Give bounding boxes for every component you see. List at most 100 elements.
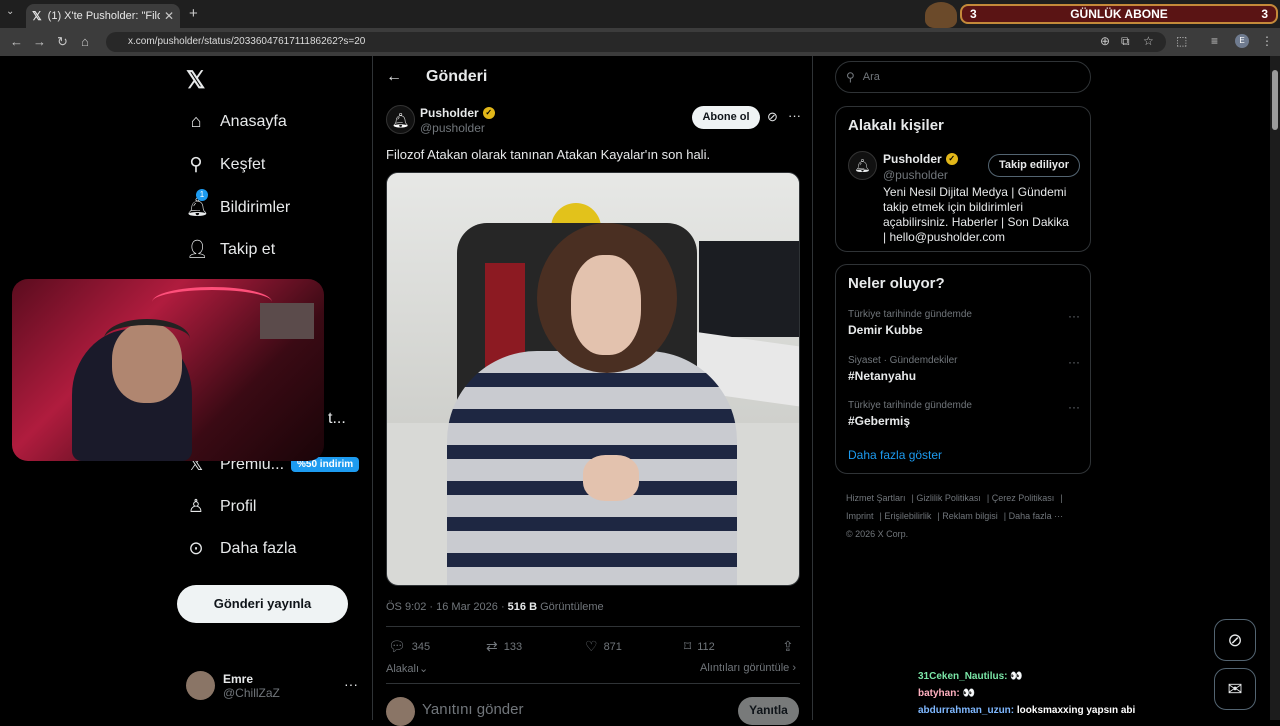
reload-icon[interactable]: ↻ <box>57 34 68 50</box>
post-timestamp[interactable]: ÖS 9:02 · 16 Mar 2026 · <box>386 601 508 613</box>
column-divider <box>812 56 813 720</box>
search-placeholder: Ara <box>862 71 880 83</box>
nav-notifications[interactable]: 🔔︎ 1 Bildirimler <box>186 189 290 218</box>
chat-user: 31Ceken_Nautilus: <box>918 671 1008 682</box>
like-action[interactable]: ♡ 871 <box>585 638 622 655</box>
reply-avatar <box>386 697 415 726</box>
subscribe-button[interactable]: Abone ol <box>692 106 760 129</box>
footer-link[interactable]: Imprint <box>846 511 874 521</box>
url-field[interactable]: x.com/pusholder/status/20336047617111862… <box>106 32 1166 52</box>
footer-link[interactable]: Gizlilik Politikası <box>916 493 981 503</box>
overlay-count-left: 3 <box>970 7 977 21</box>
reply-sort-dropdown[interactable]: Alakalı⌄ <box>386 662 428 675</box>
post-image[interactable] <box>386 172 800 586</box>
profile-avatar[interactable]: E <box>1235 34 1249 48</box>
post-button[interactable]: Gönderi yayınla <box>177 585 348 623</box>
trend-more-icon[interactable]: ··· <box>1068 309 1080 323</box>
related-handle[interactable]: @pusholder <box>883 168 948 182</box>
zoom-icon[interactable]: ⊕ <box>1100 34 1110 48</box>
share-icon: ⇪ <box>782 638 794 654</box>
scrollbar-thumb[interactable] <box>1272 70 1278 130</box>
search-input[interactable]: ⚲ Ara <box>835 61 1091 93</box>
reply-action[interactable]: 💬︎ 345 <box>388 638 430 655</box>
extensions-icon[interactable]: ⬚ <box>1176 34 1187 48</box>
nav-follow[interactable]: 👤︎ Takip et <box>186 239 275 260</box>
chat-text: 👀 <box>962 688 975 699</box>
chat-user: abdurrahman_uzun: <box>918 705 1015 716</box>
repost-action[interactable]: ⇄ 133 <box>486 638 522 655</box>
nav-home-label: Anasayfa <box>220 112 287 130</box>
messages-fab-icon[interactable]: ✉ <box>1214 668 1256 710</box>
author-name-row[interactable]: Pusholder ✓ <box>420 106 495 120</box>
show-more-link[interactable]: Daha fazla göster <box>848 448 942 462</box>
subscriber-overlay: 3 GÜNLÜK ABONE 3 <box>960 4 1278 24</box>
chat-message: 31Ceken_Nautilus: 👀 <box>918 668 1218 685</box>
footer-link[interactable]: Reklam bilgisi <box>942 511 998 521</box>
scrollbar[interactable] <box>1270 56 1280 720</box>
chat-message: abdurrahman_uzun: looksmaxxing yapsın ab… <box>918 702 1218 719</box>
nav-more-label: Daha fazla <box>220 539 297 557</box>
trend-more-icon[interactable]: ··· <box>1068 400 1080 414</box>
add-user-icon: 👤︎ <box>186 239 209 259</box>
bookmark-action[interactable]: ⌑ 112 <box>684 638 715 655</box>
install-icon[interactable]: ⧉ <box>1121 34 1130 49</box>
nav-partial-label: t... <box>328 410 346 427</box>
image-hands <box>583 455 639 501</box>
nav-profile[interactable]: ♙ Profil <box>186 496 257 517</box>
user-icon: ♙ <box>187 496 205 516</box>
trend-name: #Netanyahu <box>848 369 917 383</box>
reply-input[interactable]: Yanıtını gönder <box>422 701 523 718</box>
author-handle[interactable]: @pusholder <box>420 121 485 135</box>
related-name: Pusholder <box>883 152 942 166</box>
new-tab-icon[interactable]: + <box>189 5 198 22</box>
x-logo-icon[interactable]: 𝕏 <box>186 66 205 95</box>
more-circle-icon: ⊙ <box>188 538 204 558</box>
back-icon[interactable]: ← <box>10 34 23 49</box>
footer-link[interactable]: Erişilebilirlik <box>884 511 931 521</box>
trend-item[interactable]: Siyaset · Gündemdekiler #Netanyahu ··· <box>848 355 1080 383</box>
account-handle: @ChillZaZ <box>223 685 280 700</box>
close-tab-icon[interactable]: ✕ <box>164 9 174 23</box>
trend-item[interactable]: Türkiye tarihinde gündemde Demir Kubbe ·… <box>848 309 1080 337</box>
related-name-row[interactable]: Pusholder ✓ <box>883 152 958 166</box>
nav-home[interactable]: ⌂ Anasayfa <box>186 111 287 132</box>
copyright: © 2026 X Corp. <box>846 529 909 539</box>
chat-text: 👀 <box>1010 671 1023 682</box>
reply-icon: 💬︎ <box>388 638 406 654</box>
bookmark-star-icon[interactable]: ☆ <box>1143 34 1154 48</box>
reply-count: 345 <box>411 640 431 653</box>
nav-more[interactable]: ⊙ Daha fazla <box>186 538 297 559</box>
browser-tab[interactable]: 𝕏 (1) X'te Pusholder: "Filozof Ata… ✕ <box>26 4 180 28</box>
like-count: 871 <box>603 640 622 653</box>
trend-more-icon[interactable]: ··· <box>1068 355 1080 369</box>
following-button[interactable]: Takip ediliyor <box>988 154 1080 177</box>
post-more-icon[interactable]: ··· <box>788 108 801 123</box>
tab-list-icon[interactable]: ⌄ <box>6 6 14 17</box>
browser-menu-icon[interactable]: ⋮ <box>1261 34 1273 48</box>
footer-link[interactable]: Hizmet Şartları <box>846 493 906 503</box>
nav-explore[interactable]: ⚲ Keşfet <box>186 154 265 175</box>
account-more-icon[interactable]: ··· <box>344 676 358 692</box>
back-arrow-icon[interactable]: ← <box>386 68 402 86</box>
footer-link[interactable]: Çerez Politikası <box>992 493 1055 503</box>
chevron-right-icon: › <box>792 662 797 674</box>
share-action[interactable]: ⇪ <box>782 638 800 655</box>
trends-card: Neler oluyor? Türkiye tarihinde gündemde… <box>835 264 1091 474</box>
reply-button[interactable]: Yanıtla <box>738 697 799 725</box>
stream-chat-overlay: 31Ceken_Nautilus: 👀 batyhan: 👀 abdurrahm… <box>918 668 1218 719</box>
home-browser-icon[interactable]: ⌂ <box>81 34 89 49</box>
reading-list-icon[interactable]: ≡ <box>1211 34 1218 48</box>
x-favicon-icon: 𝕏 <box>32 9 42 23</box>
account-switcher[interactable]: Emre @ChillZaZ <box>186 671 280 700</box>
view-quotes-link[interactable]: Alıntıları görüntüle › <box>700 662 796 674</box>
chevron-down-icon: ⌄ <box>419 663 429 675</box>
nav-partial[interactable]: t... <box>328 410 346 428</box>
related-bio: Yeni Nesil Dijital Medya | Gündemi takip… <box>883 185 1069 244</box>
author-avatar[interactable]: 🔔︎ <box>386 105 415 134</box>
trend-item[interactable]: Türkiye tarihinde gündemde #Gebermiş ··· <box>848 400 1080 428</box>
grok-fab-icon[interactable]: ⊘ <box>1214 619 1256 661</box>
footer-link[interactable]: Daha fazla ··· <box>1009 511 1064 521</box>
forward-icon[interactable]: → <box>33 34 46 49</box>
grok-icon[interactable]: ⊘ <box>767 109 778 125</box>
related-avatar[interactable]: 🔔︎ <box>848 151 877 180</box>
